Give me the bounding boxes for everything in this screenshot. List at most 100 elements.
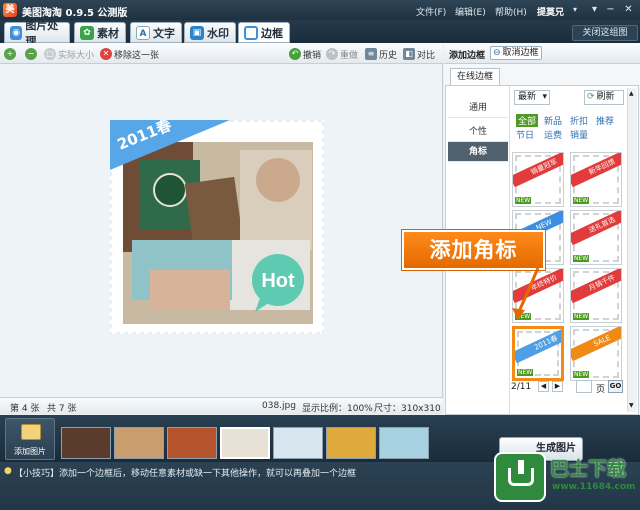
sort-select[interactable]: 最新 ▾: [514, 90, 550, 105]
menu-help[interactable]: 帮助(H): [495, 5, 527, 18]
minimize-icon[interactable]: −: [604, 3, 617, 16]
filter-sales[interactable]: 销量: [570, 128, 588, 141]
image-thumbnail[interactable]: [273, 427, 323, 459]
image-thumbnail[interactable]: [167, 427, 217, 459]
current-index: 第 4 张: [10, 404, 40, 414]
sort-value: 最新: [518, 92, 537, 102]
next-page-button[interactable]: ▶: [552, 381, 563, 392]
cancel-icon: ⊖: [493, 48, 501, 58]
redo-button[interactable]: ↷ 重做: [326, 47, 358, 61]
file-name: 038.jpg: [262, 401, 296, 411]
corner-label-callout: 添加角标: [402, 230, 545, 270]
filter-all[interactable]: 全部: [516, 114, 539, 127]
zoom-in-button[interactable]: +: [4, 47, 18, 61]
new-badge: NEW: [515, 197, 532, 204]
refresh-icon: ⟳: [587, 92, 595, 102]
callout-arrow: [512, 268, 540, 320]
tab-label: 水印: [207, 26, 229, 40]
actual-size-button[interactable]: □ 实际大小: [44, 47, 94, 61]
undo-label: 撤销: [303, 50, 322, 61]
frame-thumbnail[interactable]: 销量冠军 NEW: [512, 152, 564, 207]
undo-button[interactable]: ↶ 撤销: [289, 47, 321, 61]
tab-text[interactable]: A 文字: [130, 22, 182, 43]
download-logo-icon: [494, 452, 546, 502]
compare-button[interactable]: ◧ 对比: [403, 47, 435, 61]
image-thumbnail[interactable]: [61, 427, 111, 459]
go-button[interactable]: GO: [608, 380, 623, 393]
site-watermark: 巴士下载 www.11684.com: [494, 450, 638, 506]
picture-icon: ◉: [10, 25, 23, 40]
image-size: 尺寸：310x310: [374, 404, 441, 414]
zoom-in-icon: +: [4, 48, 16, 60]
prev-page-button[interactable]: ◀: [538, 381, 549, 392]
frame-thumbnail[interactable]: 新年回馈 NEW: [570, 152, 622, 207]
tab-frame[interactable]: 边框: [238, 22, 290, 43]
close-group-button[interactable]: 关闭这组图: [572, 25, 638, 41]
frame-thumbnail[interactable]: 送礼首选 NEW: [570, 210, 622, 265]
cancel-frame-button[interactable]: ⊖ 取消边框: [490, 46, 542, 60]
new-badge: NEW: [573, 197, 590, 204]
zoom-ratio: 显示比例：100%: [302, 404, 373, 414]
filter-shipping[interactable]: 运费: [544, 128, 562, 141]
tip-text: 【小技巧】添加一个边框后，移动任意素材或缺一下其他操作，就可以再叠加一个边框: [14, 469, 357, 479]
hot-badge-text: Hot: [261, 270, 295, 292]
tab-material[interactable]: ✿ 素材: [74, 22, 126, 43]
tab-image-processing[interactable]: ◉ 图片处理: [4, 19, 70, 48]
frame-thumbnail[interactable]: 月销千件 NEW: [570, 268, 622, 323]
compare-icon: ◧: [403, 48, 415, 60]
zoom-out-icon: −: [25, 48, 37, 60]
scroll-up-icon[interactable]: ▲: [629, 90, 634, 97]
lightbulb-icon: ●: [4, 466, 12, 476]
refresh-button[interactable]: ⟳ 刷新: [584, 90, 624, 105]
add-image-button[interactable]: 添加图片: [5, 418, 55, 460]
canvas-toolbar: + − □ 实际大小 ✕ 移除这一张 ↶ 撤销 ↷ 重做 ≡ 历史 ◧ 对比: [0, 43, 443, 64]
frame-icon: [244, 25, 258, 40]
scroll-down-icon[interactable]: ▼: [629, 402, 634, 409]
frame-thumbnail[interactable]: 2011春 NEW: [512, 326, 564, 381]
remove-one-label: 移除这一张: [114, 50, 160, 61]
frame-thumbnail[interactable]: SALE NEW: [570, 326, 622, 381]
filter-recommend[interactable]: 推荐: [596, 114, 614, 127]
watermark-brand: 巴士下载: [550, 458, 627, 480]
scrollbar[interactable]: ▲ ▼: [627, 88, 637, 412]
remove-icon: ✕: [100, 48, 112, 60]
category-corner[interactable]: 角标: [448, 142, 508, 162]
history-button[interactable]: ≡ 历史: [365, 47, 397, 61]
page-input[interactable]: [576, 380, 592, 393]
online-frame-tab[interactable]: 在线边框: [450, 68, 500, 85]
image-thumbnail[interactable]: [326, 427, 376, 459]
skin-icon[interactable]: ▾: [588, 3, 601, 16]
main-tab-bar: ◉ 图片处理 ✿ 素材 A 文字 ▣ 水印 边框: [0, 19, 640, 48]
add-image-icon: [21, 424, 41, 440]
image-thumbnail[interactable]: [379, 427, 429, 459]
remove-one-button[interactable]: ✕ 移除这一张: [100, 47, 159, 61]
tab-label: 文字: [153, 26, 175, 40]
frame-preview[interactable]: Hot 2011春: [108, 116, 326, 336]
close-icon[interactable]: ✕: [622, 3, 635, 16]
category-personal[interactable]: 个性: [448, 122, 508, 142]
tab-watermark[interactable]: ▣ 水印: [184, 22, 236, 43]
redo-icon: ↷: [326, 48, 338, 60]
download-arrow-icon: [518, 460, 524, 474]
image-thumbnail[interactable]: [220, 427, 270, 459]
page-unit: 页: [596, 385, 606, 395]
filter-holiday[interactable]: 节日: [516, 128, 534, 141]
menu-file[interactable]: 文件(F): [416, 5, 446, 18]
redo-label: 重做: [340, 50, 359, 61]
filter-new[interactable]: 新品: [544, 114, 562, 127]
cancel-frame-label: 取消边框: [502, 48, 539, 58]
history-icon: ≡: [365, 48, 377, 60]
title-bar: 美 美图淘淘 0.9.5 公测版 文件(F) 编辑(E) 帮助(H) 提莫兄 ▾…: [0, 0, 640, 20]
user-name[interactable]: 提莫兄: [537, 5, 564, 18]
menu-edit[interactable]: 编辑(E): [455, 5, 486, 18]
filter-discount[interactable]: 折扣: [570, 114, 588, 127]
frame-panel: 添加边框 ⊖ 取消边框 在线边框 通用 个性 角标 最新 ▾ ⟳ 刷新 全部 新…: [444, 43, 640, 415]
material-icon: ✿: [80, 25, 94, 40]
watermark-url: www.11684.com: [552, 482, 636, 492]
category-general[interactable]: 通用: [448, 98, 508, 118]
zoom-out-button[interactable]: −: [25, 47, 39, 61]
app-logo-icon: 美: [3, 3, 17, 17]
image-thumbnail[interactable]: [114, 427, 164, 459]
panel-header: 添加边框 ⊖ 取消边框: [444, 43, 640, 64]
user-dropdown-icon[interactable]: ▾: [573, 5, 577, 14]
